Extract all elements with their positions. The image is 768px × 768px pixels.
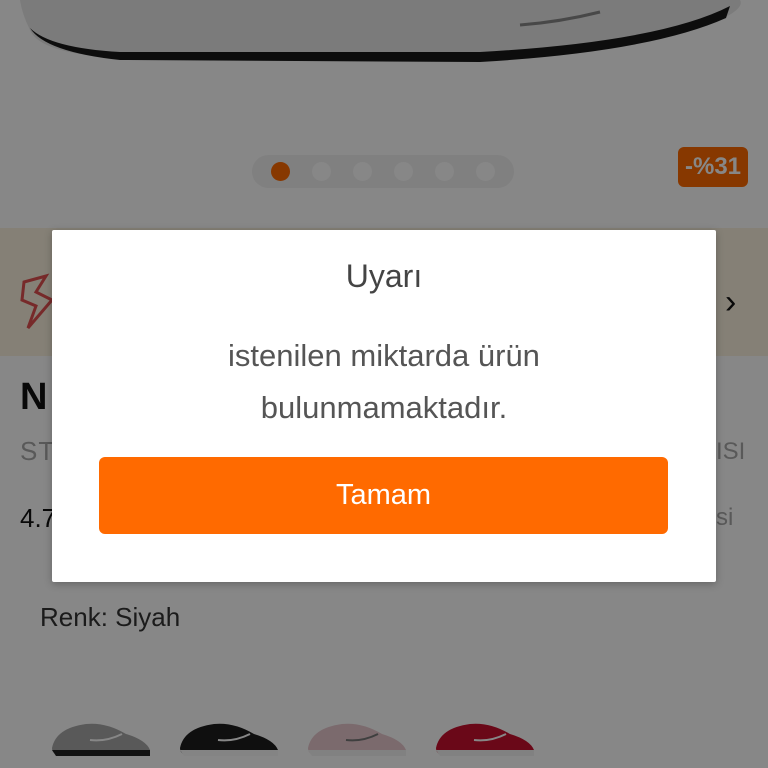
confirm-button[interactable]: Tamam [99,457,668,534]
dialog-message-line2: bulunmamaktadır. [260,390,508,425]
dialog-message-line1: istenilen miktarda ürün [228,338,540,373]
dialog-message: istenilen miktarda ürün bulunmamaktadır. [52,330,716,434]
dialog-title: Uyarı [345,258,423,294]
